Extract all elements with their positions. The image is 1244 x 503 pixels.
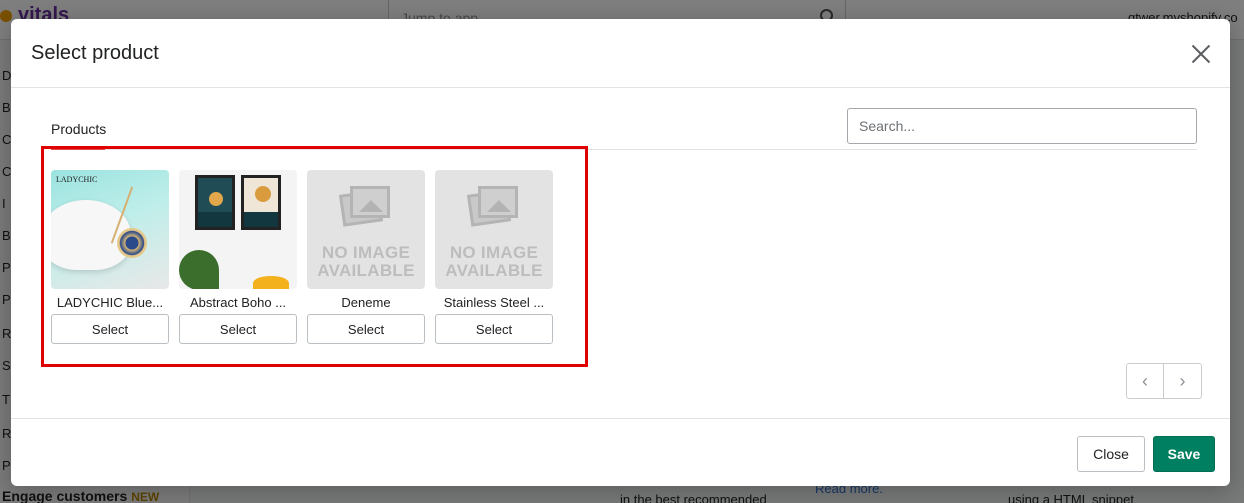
image-placeholder-icon	[466, 186, 519, 227]
select-button[interactable]: Select	[435, 314, 553, 344]
product-grid: LADYCHIC LADYCHIC Blue... Select Abstrac…	[51, 170, 553, 344]
close-icon[interactable]	[1190, 43, 1212, 65]
select-button[interactable]: Select	[179, 314, 297, 344]
product-image-jewelry: LADYCHIC	[51, 170, 169, 289]
previous-page-button[interactable]: ‹	[1126, 363, 1164, 399]
select-product-modal: Select product Products LADYCHIC LADYCHI…	[11, 19, 1230, 486]
search-input[interactable]	[847, 108, 1197, 144]
no-image-text: NO IMAGE AVAILABLE	[445, 243, 543, 280]
select-button[interactable]: Select	[51, 314, 169, 344]
chevron-left-icon: ‹	[1142, 370, 1148, 391]
tab-label: Products	[51, 121, 107, 137]
chevron-right-icon: ›	[1179, 370, 1186, 391]
product-card: Abstract Boho ... Select	[179, 170, 297, 344]
product-name: Abstract Boho ...	[189, 295, 287, 310]
image-placeholder-icon	[338, 186, 391, 227]
product-card: NO IMAGE AVAILABLE Stainless Steel ... Se…	[435, 170, 553, 344]
select-button[interactable]: Select	[307, 314, 425, 344]
product-card: LADYCHIC LADYCHIC Blue... Select	[51, 170, 169, 344]
modal-header: Select product	[11, 19, 1230, 88]
product-card: NO IMAGE AVAILABLE Deneme Select	[307, 170, 425, 344]
no-image-placeholder: NO IMAGE AVAILABLE	[307, 170, 425, 289]
pagination: ‹ ›	[1126, 363, 1202, 399]
no-image-text: NO IMAGE AVAILABLE	[317, 243, 415, 280]
no-image-placeholder: NO IMAGE AVAILABLE	[435, 170, 553, 289]
next-page-button[interactable]: ›	[1164, 363, 1202, 399]
modal-footer: Close Save	[11, 418, 1230, 486]
product-name: LADYCHIC Blue...	[56, 295, 164, 310]
image-brand-text: LADYCHIC	[56, 175, 98, 184]
product-name: Stainless Steel ...	[443, 295, 545, 310]
save-button[interactable]: Save	[1153, 436, 1215, 472]
tab-products[interactable]: Products	[51, 121, 106, 147]
close-button[interactable]: Close	[1077, 436, 1145, 472]
product-image-wall-art	[179, 170, 297, 289]
product-name: Deneme	[341, 295, 391, 310]
modal-title: Select product	[31, 42, 159, 64]
